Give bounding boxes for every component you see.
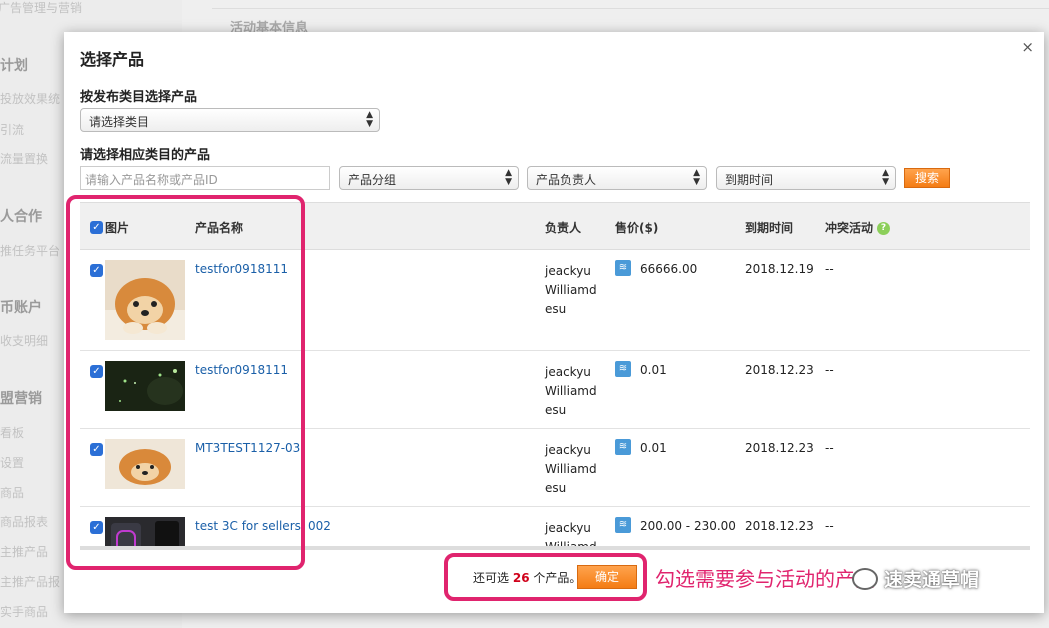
- updown-arrow-icon: ▲ ▼: [366, 110, 373, 129]
- bg-sidebar-item: 广告管理与营销: [0, 1, 83, 15]
- owner-line: esu: [545, 481, 567, 495]
- owner-cell: jeackyu Williamd esu: [545, 441, 597, 498]
- expiry-select[interactable]: 到期时间 ▲ ▼: [716, 166, 896, 190]
- owner-line: Williamd: [545, 283, 597, 297]
- bg-sidebar-item: 实手商品: [0, 605, 49, 619]
- owner-select-value: 产品负责人: [536, 173, 597, 187]
- owner-line: Williamd: [545, 384, 597, 398]
- divider: [212, 8, 1049, 9]
- owner-line: Williamd: [545, 462, 597, 476]
- owner-cell: jeackyu Williamd esu: [545, 519, 597, 546]
- bg-sidebar-item: 看板: [0, 426, 25, 440]
- close-icon[interactable]: ×: [1021, 38, 1034, 56]
- bg-sidebar-heading: 人合作: [0, 209, 42, 225]
- owner-line: esu: [545, 403, 567, 417]
- col-conflict-label: 冲突活动: [825, 221, 874, 235]
- bg-sidebar-item: 商品报表: [0, 515, 49, 529]
- price-layers-icon: ≋: [615, 517, 631, 533]
- bg-sidebar-item: 推任务平台: [0, 244, 61, 258]
- conflict-cell: --: [825, 441, 834, 455]
- updown-arrow-icon: ▲ ▼: [693, 168, 700, 187]
- updown-arrow-icon: ▲ ▼: [505, 168, 512, 187]
- highlight-confirm-area: [444, 553, 647, 601]
- owner-cell: jeackyu Williamd esu: [545, 363, 597, 420]
- search-input[interactable]: 请输入产品名称或产品ID: [80, 166, 330, 190]
- price-layers-icon: ≋: [615, 439, 631, 455]
- owner-line: jeackyu: [545, 365, 591, 379]
- bg-sidebar-item: 引流: [0, 123, 25, 137]
- expiry-cell: 2018.12.19: [745, 262, 814, 276]
- price-cell: 0.01: [640, 441, 667, 455]
- owner-line: jeackyu: [545, 521, 591, 535]
- help-icon[interactable]: ?: [877, 222, 891, 235]
- expiry-cell: 2018.12.23: [745, 519, 814, 533]
- category-label: 按发布类目选择产品: [80, 90, 198, 105]
- owner-line: esu: [545, 302, 567, 316]
- bg-sidebar-item: 投放效果统: [0, 92, 61, 106]
- owner-select[interactable]: 产品负责人 ▲ ▼: [527, 166, 707, 190]
- bg-sidebar-heading: 计划: [0, 58, 28, 74]
- price-layers-icon: ≋: [615, 260, 631, 276]
- expiry-cell: 2018.12.23: [745, 363, 814, 377]
- category-select[interactable]: 请选择类目 ▲ ▼: [80, 108, 380, 132]
- price-cell: 0.01: [640, 363, 667, 377]
- bg-sidebar-item: 主推产品: [0, 545, 49, 559]
- owner-line: jeackyu: [545, 443, 591, 457]
- owner-cell: jeackyu Williamd esu: [545, 262, 597, 319]
- updown-arrow-icon: ▲ ▼: [882, 168, 889, 187]
- bg-sidebar-item: 流量置换: [0, 152, 49, 166]
- bg-sidebar-item: 收支明细: [0, 334, 49, 348]
- owner-line: jeackyu: [545, 264, 591, 278]
- col-conflict: 冲突活动?: [825, 219, 891, 236]
- conflict-cell: --: [825, 262, 834, 276]
- conflict-cell: --: [825, 519, 834, 533]
- col-owner: 负责人: [545, 221, 582, 235]
- group-select[interactable]: 产品分组 ▲ ▼: [339, 166, 519, 190]
- price-cell: 66666.00: [640, 262, 698, 276]
- search-button[interactable]: 搜索: [904, 168, 950, 188]
- col-price: 售价($): [615, 221, 659, 235]
- bg-sidebar-item: 设置: [0, 456, 25, 470]
- expiry-cell: 2018.12.23: [745, 441, 814, 455]
- highlight-checkbox-column: [66, 195, 305, 570]
- group-select-value: 产品分组: [348, 173, 397, 187]
- price-cell: 200.00 - 230.00: [640, 519, 736, 533]
- price-layers-icon: ≋: [615, 361, 631, 377]
- wechat-logo-icon: [852, 568, 878, 590]
- bg-sidebar-heading: 币账户: [0, 300, 42, 316]
- bg-sidebar-heading: 盟营销: [0, 391, 42, 407]
- dialog-title: 选择产品: [80, 50, 145, 69]
- filter-label: 请选择相应类目的产品: [80, 148, 211, 163]
- annotation-text: 勾选需要参与活动的产品: [655, 567, 875, 591]
- category-select-value: 请选择类目: [89, 115, 150, 129]
- bg-sidebar-item: 主推产品报: [0, 575, 61, 589]
- conflict-cell: --: [825, 363, 834, 377]
- expiry-select-value: 到期时间: [725, 173, 774, 187]
- owner-line: Williamd: [545, 538, 597, 546]
- col-expiry: 到期时间: [745, 221, 794, 235]
- watermark-text: 速卖通草帽: [884, 569, 980, 591]
- bg-sidebar-item: 商品: [0, 486, 25, 500]
